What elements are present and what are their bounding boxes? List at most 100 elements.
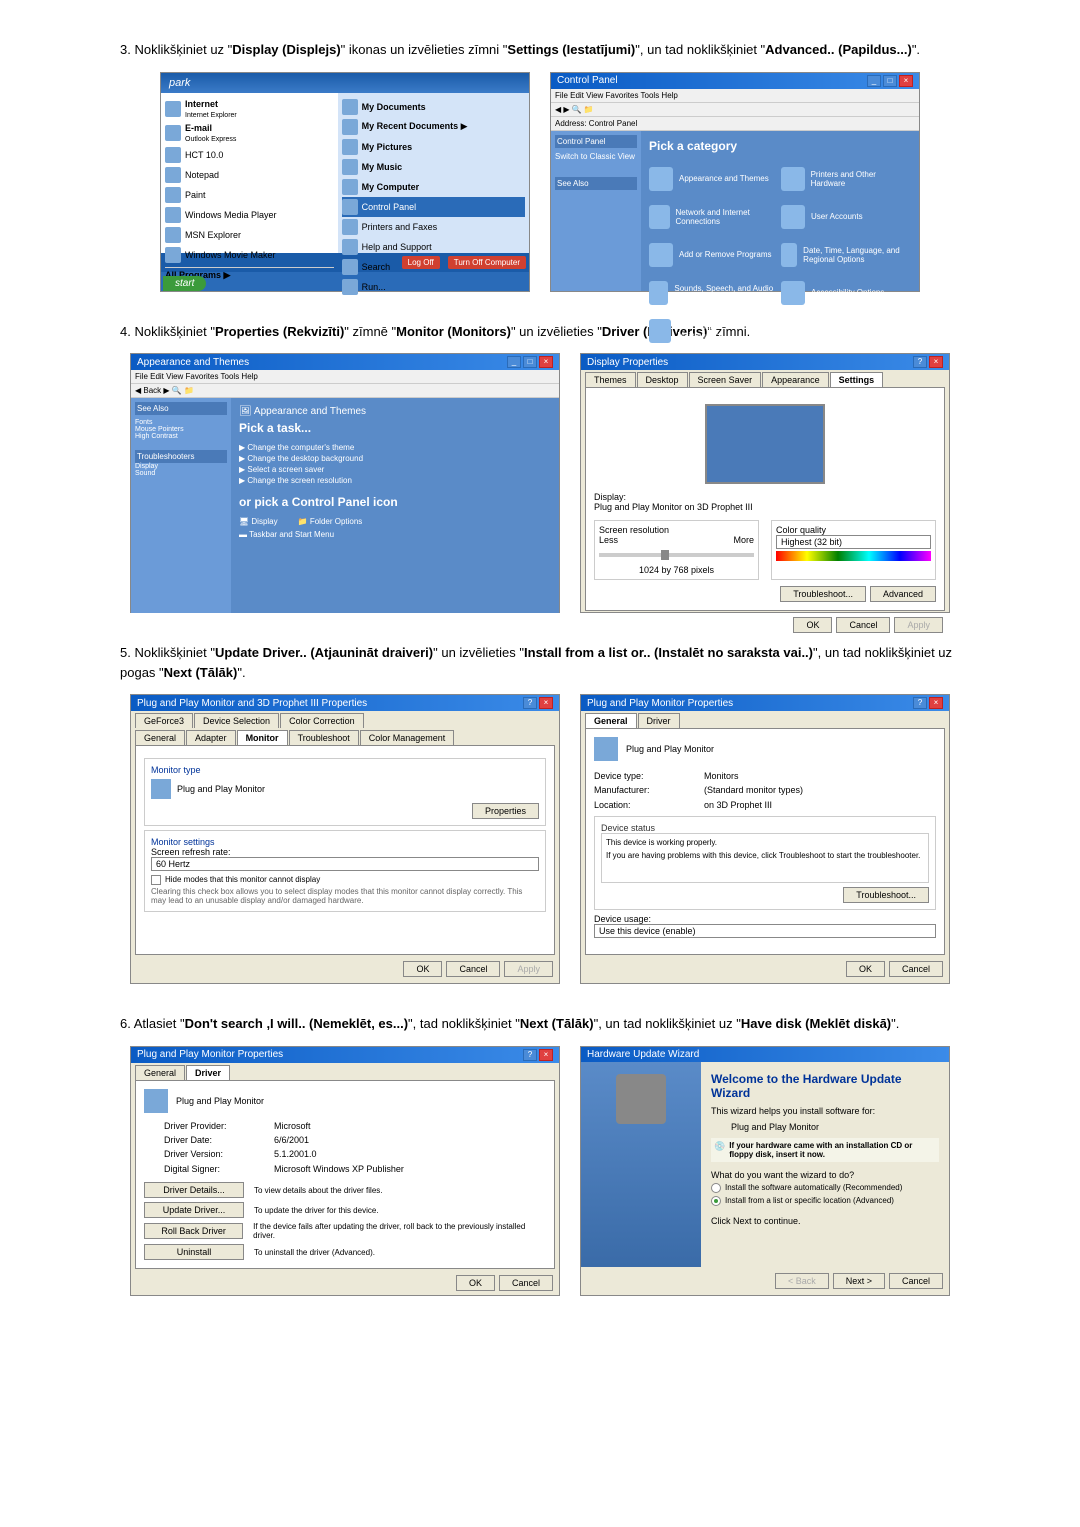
sm-mm[interactable]: Windows Movie Maker [165,245,334,265]
next-button[interactable]: Next > [833,1273,885,1289]
troubleshoot-button[interactable]: Troubleshoot... [780,586,866,602]
cancel-button[interactable]: Cancel [446,961,500,977]
ok-button[interactable]: OK [793,617,832,633]
tab-themes[interactable]: Themes [585,372,636,387]
advanced-button[interactable]: Advanced [870,586,936,602]
tab-monitor[interactable]: Monitor [237,730,288,745]
cancel-button[interactable]: Cancel [889,961,943,977]
driver-details-button[interactable]: Driver Details... [144,1182,244,1198]
close-icon[interactable]: × [929,356,943,368]
resolution-slider[interactable] [599,553,754,557]
tab-desktop[interactable]: Desktop [637,372,688,387]
turnoff-button[interactable]: Turn Off Computer [448,256,526,269]
cat-network[interactable]: Network and Internet Connections [649,205,779,229]
color-quality-dropdown[interactable]: Highest (32 bit) [776,535,931,549]
properties-button[interactable]: Properties [472,803,539,819]
toolbar[interactable]: ◀ Back ▶ 🔍 📁 [131,384,559,398]
close-icon[interactable]: × [539,697,553,709]
cat-addremove[interactable]: Add or Remove Programs [649,243,779,267]
task-link[interactable]: ▶ Change the screen resolution [239,476,551,485]
tab-screensaver[interactable]: Screen Saver [689,372,762,387]
logoff-button[interactable]: Log Off [402,256,440,269]
cat-users[interactable]: User Accounts [781,205,911,229]
help-icon[interactable]: ? [523,697,537,709]
cat-performance[interactable]: Performance and Maintenance [649,319,779,343]
tab-general[interactable]: General [135,730,185,745]
sm-music[interactable]: My Music [342,157,525,177]
minimize-icon[interactable]: _ [507,356,521,368]
apply-button[interactable]: Apply [504,961,553,977]
switch-view-link[interactable]: Switch to Classic View [555,152,637,161]
tab-general[interactable]: General [135,1065,185,1080]
help-icon[interactable]: ? [913,356,927,368]
tab-driver[interactable]: Driver [638,713,680,728]
tab-colormgmt[interactable]: Color Management [360,730,455,745]
sm-pics[interactable]: My Pictures [342,137,525,157]
sm-mydocs[interactable]: My Documents [342,97,525,117]
menu-bar[interactable]: File Edit View Favorites Tools Help [131,370,559,384]
maximize-icon[interactable]: □ [523,356,537,368]
address-bar[interactable]: Address: Control Panel [551,117,919,131]
tab-driver[interactable]: Driver [186,1065,230,1080]
tab-devsel[interactable]: Device Selection [194,713,279,728]
apply-button[interactable]: Apply [894,617,943,633]
minimize-icon[interactable]: _ [867,75,881,87]
hide-modes-checkbox[interactable] [151,875,161,885]
sm-control-panel[interactable]: Control Panel [342,197,525,217]
side-link[interactable]: Display [135,463,227,470]
help-icon[interactable]: ? [523,1049,537,1061]
refresh-rate-dropdown[interactable]: 60 Hertz [151,857,539,871]
sm-mycomp[interactable]: My Computer [342,177,525,197]
tab-settings[interactable]: Settings [830,372,884,387]
ok-button[interactable]: OK [846,961,885,977]
cat-appearance[interactable]: Appearance and Themes [649,167,779,191]
menu-bar[interactable]: File Edit View Favorites Tools Help [551,89,919,103]
radio-advanced[interactable]: Install from a list or specific location… [711,1196,939,1206]
cp-icon-folder[interactable]: 📁 Folder Options [298,517,363,526]
start-button[interactable]: start [163,276,206,291]
help-icon[interactable]: ? [913,697,927,709]
update-driver-button[interactable]: Update Driver... [144,1202,244,1218]
sm-recent[interactable]: My Recent Documents ▶ [342,117,525,137]
cat-printers[interactable]: Printers and Other Hardware [781,167,911,191]
back-button[interactable]: < Back [775,1273,829,1289]
side-link[interactable]: High Contrast [135,433,227,440]
sm-help[interactable]: Help and Support [342,237,525,257]
ok-button[interactable]: OK [403,961,442,977]
tab-general[interactable]: General [585,713,637,728]
task-link[interactable]: ▶ Select a screen saver [239,465,551,474]
tab-appearance[interactable]: Appearance [762,372,829,387]
ok-button[interactable]: OK [456,1275,495,1291]
side-link[interactable]: Sound [135,470,227,477]
sm-internet[interactable]: InternetInternet Explorer [165,97,334,121]
sm-printers[interactable]: Printers and Faxes [342,217,525,237]
tab-troubleshoot[interactable]: Troubleshoot [289,730,359,745]
uninstall-button[interactable]: Uninstall [144,1244,244,1260]
sm-msn[interactable]: MSN Explorer [165,225,334,245]
cat-accessibility[interactable]: Accessibility Options [781,281,911,305]
close-icon[interactable]: × [899,75,913,87]
sm-hct[interactable]: HCT 10.0 [165,145,334,165]
close-icon[interactable]: × [539,1049,553,1061]
cat-sounds[interactable]: Sounds, Speech, and Audio Devices [649,281,779,305]
cancel-button[interactable]: Cancel [889,1273,943,1289]
cancel-button[interactable]: Cancel [836,617,890,633]
sm-wmp[interactable]: Windows Media Player [165,205,334,225]
cancel-button[interactable]: Cancel [499,1275,553,1291]
sm-paint[interactable]: Paint [165,185,334,205]
troubleshoot-button[interactable]: Troubleshoot... [843,887,929,903]
task-link[interactable]: ▶ Change the computer's theme [239,443,551,452]
close-icon[interactable]: × [539,356,553,368]
cp-icon-display[interactable]: 🖥 Display [239,517,278,526]
tab-colorcorr[interactable]: Color Correction [280,713,364,728]
tab-adapter[interactable]: Adapter [186,730,236,745]
toolbar[interactable]: ◀ ▶ 🔍 📁 [551,103,919,117]
tab-geforce[interactable]: GeForce3 [135,713,193,728]
sm-notepad[interactable]: Notepad [165,165,334,185]
maximize-icon[interactable]: □ [883,75,897,87]
sm-email[interactable]: E-mailOutlook Express [165,121,334,145]
rollback-button[interactable]: Roll Back Driver [144,1223,243,1239]
device-usage-dropdown[interactable]: Use this device (enable) [594,924,936,938]
side-link[interactable]: Mouse Pointers [135,426,227,433]
side-link[interactable]: Fonts [135,419,227,426]
